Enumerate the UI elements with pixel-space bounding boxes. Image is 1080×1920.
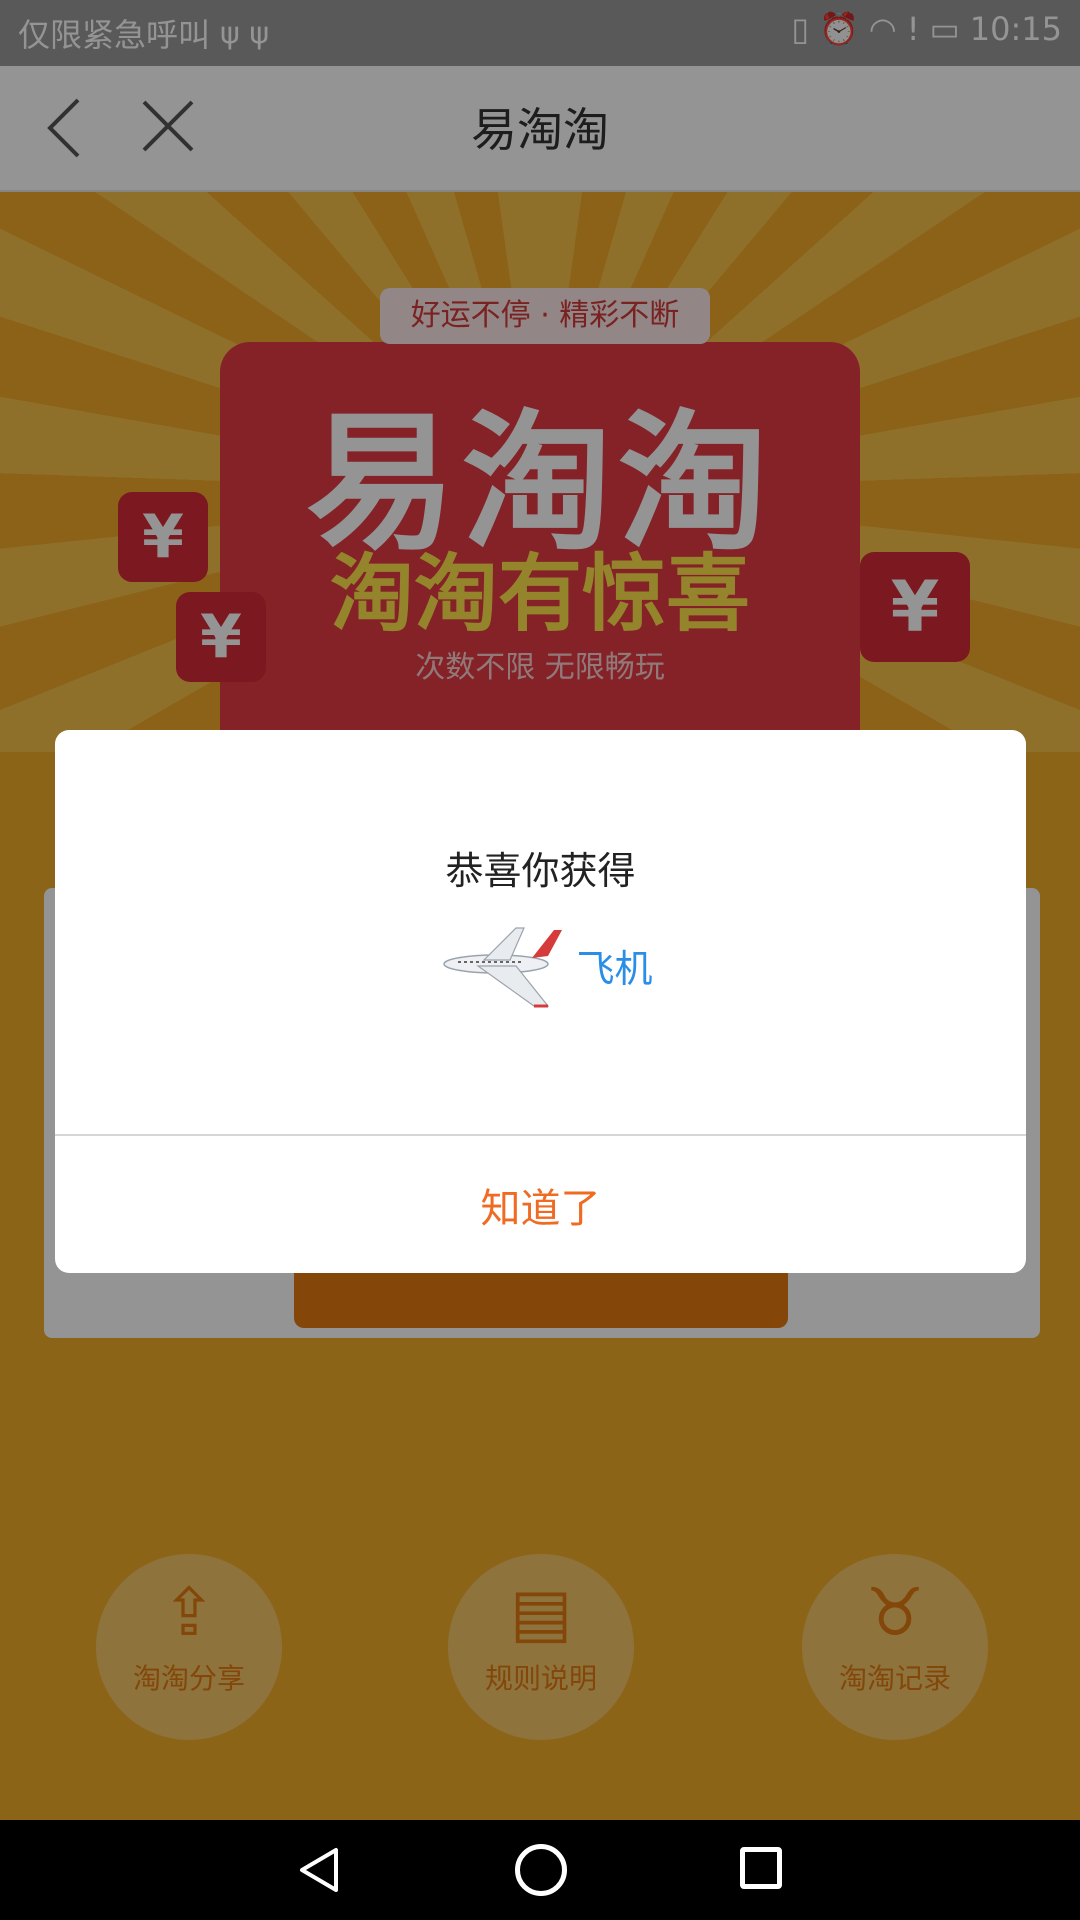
airplane-icon (443, 927, 563, 1008)
prize-row: 飞机 (55, 920, 1026, 1010)
nav-home-icon[interactable] (515, 1844, 567, 1896)
nav-back-icon[interactable] (296, 1846, 344, 1894)
nav-recent-apps-icon[interactable] (740, 1847, 782, 1889)
confirm-button[interactable]: 知道了 (55, 1136, 1026, 1273)
dialog-title: 恭喜你获得 (445, 849, 636, 893)
prize-dialog: 恭喜你获得 飞机 知道了 (55, 730, 1026, 1273)
prize-name: 飞机 (576, 946, 653, 991)
system-nav-bar (0, 1820, 1080, 1920)
